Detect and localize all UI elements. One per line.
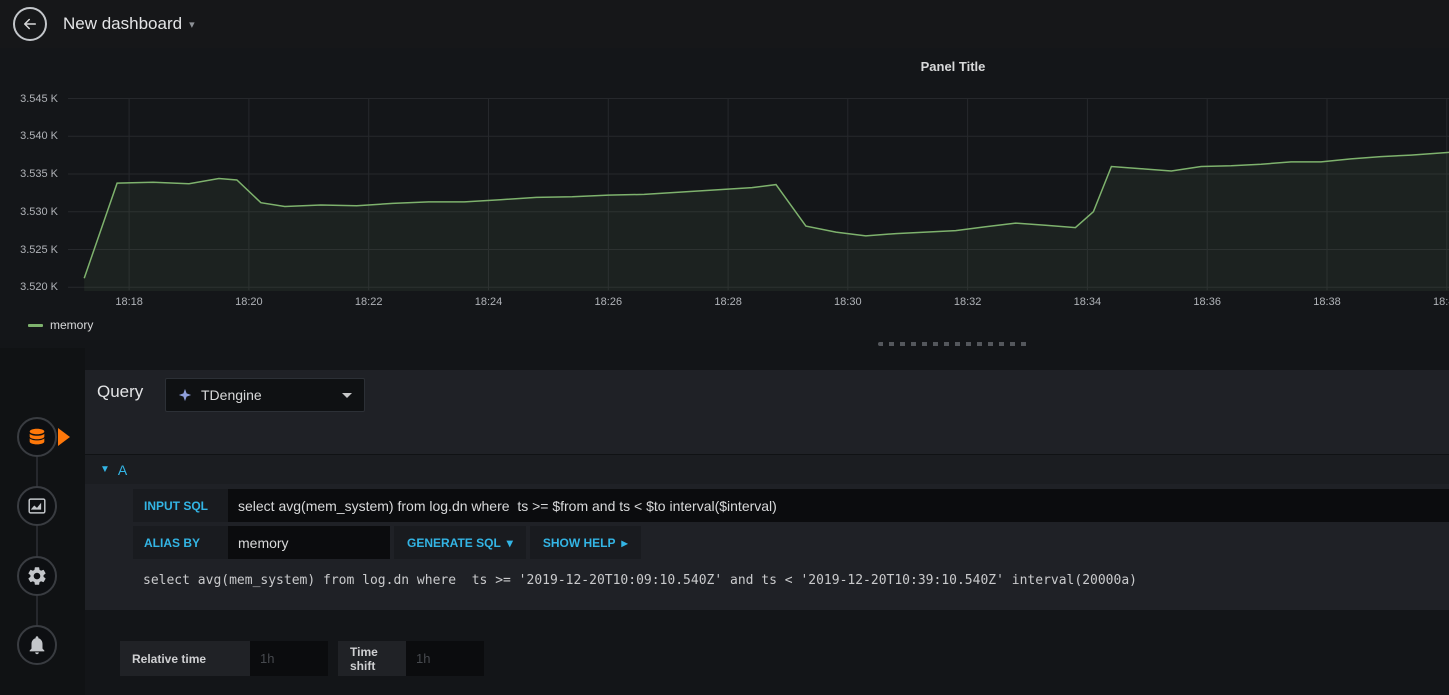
database-icon <box>29 428 45 445</box>
bell-icon <box>29 636 45 655</box>
x-axis-tick: 18:30 <box>834 296 862 308</box>
caret-down-icon[interactable]: ▾ <box>189 18 195 31</box>
x-axis-tick: 18:18 <box>115 296 143 308</box>
tab-queries[interactable] <box>17 417 57 457</box>
alias-by-label: ALIAS BY <box>133 526 228 559</box>
x-axis-tick: 18:28 <box>714 296 742 308</box>
tab-visualization[interactable] <box>17 486 57 526</box>
gear-icon <box>28 567 46 585</box>
datasource-name: TDengine <box>201 387 262 403</box>
x-axis-tick: 18:22 <box>354 296 383 308</box>
horizontal-scrollbar[interactable] <box>878 342 1030 346</box>
relative-time-field[interactable] <box>250 641 328 676</box>
y-axis-tick: 3.525 K <box>20 243 58 256</box>
legend: memory <box>28 318 93 332</box>
arrow-left-icon <box>24 18 36 30</box>
generate-sql-button[interactable]: GENERATE SQL ▾ <box>394 526 526 559</box>
input-sql-label: INPUT SQL <box>133 489 228 522</box>
alias-by-row: ALIAS BY GENERATE SQL ▾ SHOW HELP ▸ <box>133 526 1449 559</box>
show-help-button[interactable]: SHOW HELP ▸ <box>529 526 641 559</box>
x-axis-tick: 18:36 <box>1193 296 1221 308</box>
query-options-row: Relative time Time shift <box>120 641 484 676</box>
alias-by-field[interactable] <box>228 526 390 559</box>
grafana-panel-editor: New dashboard ▾ Panel Title 3.545 K 3.540… <box>0 0 1449 695</box>
x-axis-tick: 18:24 <box>474 296 503 308</box>
relative-time-label: Relative time <box>120 641 250 676</box>
tab-general[interactable] <box>17 556 57 596</box>
y-axis-tick: 3.530 K <box>20 205 58 218</box>
y-axis-tick: 3.540 K <box>20 130 58 143</box>
time-shift-field[interactable] <box>406 641 484 676</box>
active-tab-indicator <box>58 428 70 446</box>
caret-down-icon <box>342 392 352 398</box>
chart-icon <box>28 498 46 514</box>
x-axis-tick: 18:32 <box>953 296 982 308</box>
y-axis-tick: 3.520 K <box>20 281 58 294</box>
sidebar-connector-line <box>36 437 38 645</box>
caret-right-icon: ▸ <box>621 535 628 550</box>
datasource-picker[interactable]: TDengine <box>165 378 365 412</box>
topbar: New dashboard ▾ <box>0 0 1449 48</box>
y-axis-labels: 3.545 K 3.540 K 3.535 K 3.530 K 3.525 K 3.520… <box>0 48 60 340</box>
tab-alert[interactable] <box>17 625 57 665</box>
legend-swatch[interactable] <box>28 323 43 327</box>
editor-sidebar <box>0 348 85 695</box>
tdengine-logo-icon <box>178 388 192 402</box>
query-editor: Query TDengine ▼ A INPUT SQL ALIAS BY GE… <box>85 370 1449 610</box>
x-axis-tick: 18:34 <box>1073 296 1102 308</box>
graph-panel: Panel Title 3.545 K 3.540 K 3.535 K 3.530 K… <box>0 48 1449 340</box>
query-ref-id: A <box>117 461 128 478</box>
x-axis-tick: 18:38 <box>1313 296 1341 308</box>
input-sql-row: INPUT SQL <box>133 489 1449 522</box>
query-section-title: Query <box>97 382 144 401</box>
collapse-caret-icon[interactable]: ▼ <box>100 464 110 475</box>
generated-sql-preview: select avg(mem_system) from log.dn where… <box>143 573 1137 588</box>
query-ref-row[interactable]: ▼ A <box>85 454 1449 484</box>
dashboard-title[interactable]: New dashboard <box>63 14 182 34</box>
x-axis-tick: 18:20 <box>235 296 263 308</box>
back-button[interactable] <box>13 7 47 41</box>
x-axis-tick: 18:40 <box>1433 296 1449 308</box>
input-sql-field[interactable] <box>228 489 1449 522</box>
legend-series-name[interactable]: memory <box>50 318 93 332</box>
y-axis-tick: 3.545 K <box>20 92 58 105</box>
caret-down-icon: ▾ <box>506 535 513 550</box>
generate-sql-label: GENERATE SQL <box>407 535 501 550</box>
x-axis-tick: 18:26 <box>594 296 623 308</box>
time-shift-label: Time shift <box>338 641 406 676</box>
y-axis-tick: 3.535 K <box>20 168 58 180</box>
show-help-label: SHOW HELP <box>542 535 616 550</box>
